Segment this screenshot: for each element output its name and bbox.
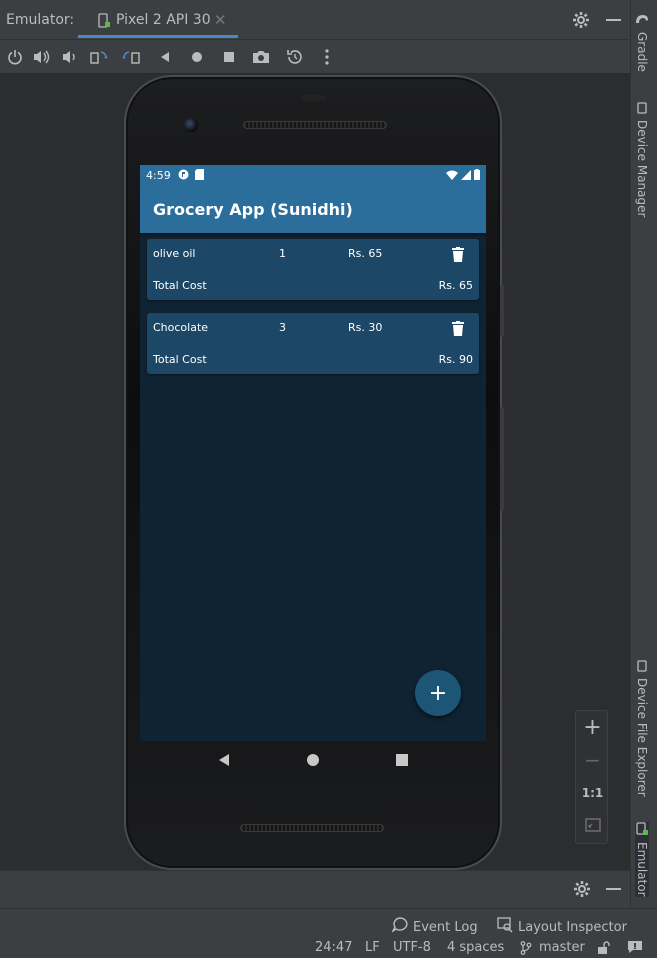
item-name: olive oil [153, 247, 196, 260]
phone-icon [97, 13, 111, 33]
git-branch-icon [520, 941, 532, 958]
emulator-toolbar [0, 40, 630, 74]
zoom-out-button[interactable]: − [576, 748, 609, 772]
item-price: Rs. 30 [348, 321, 383, 334]
delete-icon[interactable] [452, 247, 464, 265]
zoom-in-button[interactable]: + [576, 715, 609, 740]
fit-screen-icon[interactable] [576, 817, 609, 836]
toolwindow-title: Emulator: [6, 12, 75, 28]
layout-inspector-label: Layout Inspector [518, 919, 627, 935]
android-status-bar: 4:59 [140, 165, 486, 185]
grocery-item-card: olive oil 1 Rs. 65 Total Cost Rs. 65 [147, 239, 479, 300]
device-manager-icon [635, 102, 649, 114]
tab-device-manager[interactable]: Device Manager [635, 102, 649, 217]
total-cost-value: Rs. 90 [438, 353, 473, 366]
add-item-fab[interactable]: + [415, 670, 461, 716]
event-log-icon [391, 917, 408, 937]
wifi-icon [446, 170, 458, 183]
layout-inspector-icon [497, 917, 513, 937]
tab-device-file-explorer-label: Device File Explorer [635, 678, 649, 797]
battery-icon [474, 169, 480, 183]
tab-gradle-label: Gradle [635, 32, 649, 72]
snapshot-icon[interactable] [286, 48, 304, 66]
tab-device-file-explorer[interactable]: Device File Explorer [635, 660, 649, 797]
emulator-icon [635, 822, 649, 836]
power-icon[interactable] [6, 48, 24, 66]
line-separator[interactable]: LF [365, 940, 380, 955]
volume-down-icon[interactable] [61, 48, 79, 66]
total-cost-value: Rs. 65 [438, 279, 473, 292]
file-explorer-icon [635, 660, 649, 672]
indent-setting[interactable]: 4 spaces [447, 940, 504, 955]
volume-up-icon[interactable] [33, 48, 51, 66]
power-button[interactable] [500, 285, 504, 337]
minimize-icon[interactable] [606, 888, 621, 890]
nav-recents-icon[interactable] [395, 752, 409, 771]
sd-card-icon [195, 169, 204, 183]
android-nav-bar [140, 741, 486, 781]
total-cost-label: Total Cost [153, 353, 207, 366]
notification-icon [178, 169, 189, 183]
notifications-icon[interactable] [627, 940, 643, 958]
more-icon[interactable] [318, 48, 336, 66]
device-tab-label: Pixel 2 API 30 [116, 12, 211, 28]
tab-emulator-label: Emulator [635, 842, 649, 897]
app-title: Grocery App (Sunidhi) [153, 200, 353, 219]
item-quantity: 1 [279, 247, 286, 260]
delete-icon[interactable] [452, 321, 464, 339]
nav-home-icon[interactable] [306, 752, 320, 771]
caret-position[interactable]: 24:47 [315, 940, 352, 955]
git-branch[interactable]: master [539, 940, 585, 955]
tab-device-manager-label: Device Manager [635, 120, 649, 218]
overview-icon[interactable] [220, 48, 238, 66]
front-camera [184, 118, 198, 132]
device-screen: 4:59 Grocery App (Sunidhi) olive oil 1 R… [140, 165, 486, 741]
minimize-icon[interactable] [606, 19, 621, 21]
item-name: Chocolate [153, 321, 209, 334]
status-time: 4:59 [146, 169, 171, 182]
grocery-item-card: Chocolate 3 Rs. 30 Total Cost Rs. 90 [147, 313, 479, 374]
elephant-icon [635, 14, 649, 26]
status-bar: 24:47 LF UTF-8 4 spaces master [0, 938, 657, 958]
volume-rocker[interactable] [500, 407, 504, 511]
rotate-left-icon[interactable] [90, 48, 108, 66]
tab-emulator[interactable]: Emulator [635, 822, 649, 897]
zoom-panel: + − 1:1 [575, 710, 608, 844]
active-tab-indicator [78, 35, 238, 38]
lock-icon[interactable] [597, 941, 611, 958]
top-speaker [243, 121, 387, 129]
file-encoding[interactable]: UTF-8 [393, 940, 431, 955]
plus-icon: + [428, 680, 448, 706]
device-tab[interactable]: Pixel 2 API 30 ✕ [78, 0, 238, 38]
event-log-button[interactable]: Event Log [391, 917, 478, 937]
close-icon[interactable]: ✕ [214, 11, 227, 29]
tab-gradle[interactable]: Gradle [635, 14, 649, 72]
earpiece [302, 95, 326, 101]
camera-icon[interactable] [252, 48, 270, 66]
signal-icon [461, 169, 471, 183]
emulator-toolwindow-header: Emulator: Pixel 2 API 30 ✕ [0, 0, 630, 40]
total-cost-label: Total Cost [153, 279, 207, 292]
gear-icon[interactable] [573, 880, 591, 902]
item-price: Rs. 65 [348, 247, 383, 260]
home-icon[interactable] [188, 48, 206, 66]
tool-window-bar: Event Log Layout Inspector [0, 908, 657, 938]
bottom-speaker [240, 824, 384, 832]
right-tool-strip: Gradle Device Manager Device File Explor… [630, 0, 657, 908]
nav-back-icon[interactable] [217, 752, 231, 771]
bottom-toolwindow-header [0, 870, 630, 908]
app-bar: Grocery App (Sunidhi) [140, 185, 486, 233]
actual-size-button[interactable]: 1:1 [576, 786, 609, 800]
back-icon[interactable] [156, 48, 174, 66]
rotate-right-icon[interactable] [122, 48, 140, 66]
event-log-label: Event Log [413, 919, 478, 935]
layout-inspector-button[interactable]: Layout Inspector [497, 917, 627, 937]
item-quantity: 3 [279, 321, 286, 334]
gear-icon[interactable] [572, 11, 590, 33]
